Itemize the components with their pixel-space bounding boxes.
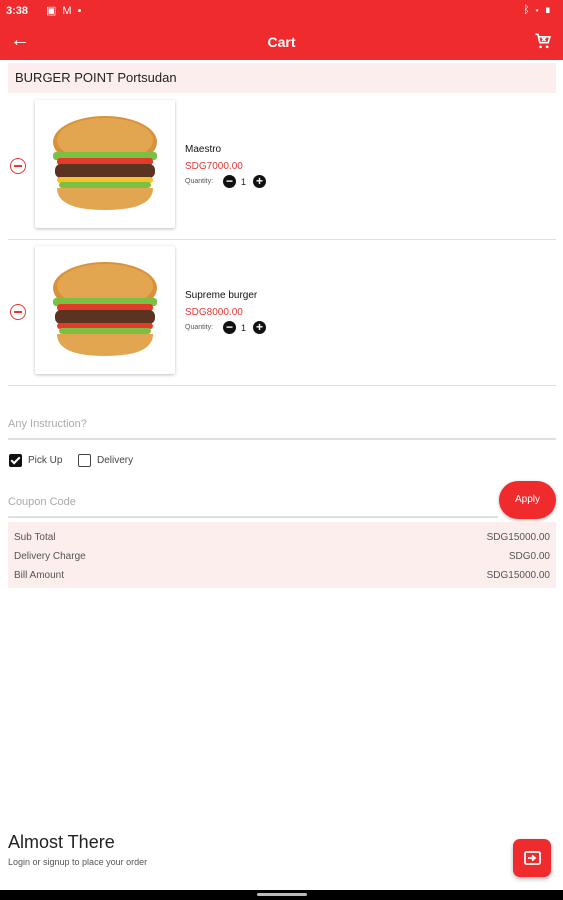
- quantity-label: Quantity:: [185, 178, 214, 185]
- decrease-quantity-button[interactable]: −: [223, 321, 236, 334]
- pickup-checkbox[interactable]: Pick Up: [9, 454, 62, 467]
- notification-icons: ▣M•: [46, 4, 87, 17]
- item-name: Maestro: [185, 144, 222, 155]
- sub-total-label: Sub Total: [14, 532, 56, 543]
- restaurant-name: BURGER POINT Portsudan: [8, 63, 556, 93]
- quantity-value: 1: [241, 177, 247, 187]
- item-name: Supreme burger: [185, 290, 258, 301]
- bill-amount-row: Bill Amount SDG15000.00: [14, 570, 550, 581]
- battery-icon: ▮: [544, 4, 555, 16]
- sim-icon: ▣: [46, 5, 63, 17]
- footer-subtitle: Login or signup to place your order: [8, 857, 148, 867]
- apply-coupon-button[interactable]: Apply: [499, 481, 556, 519]
- bill-amount-value: SDG15000.00: [486, 570, 550, 581]
- item-image: [35, 246, 175, 374]
- bill-amount-label: Bill Amount: [14, 570, 65, 581]
- login-button[interactable]: [513, 839, 551, 877]
- sub-total-row: Sub Total SDG15000.00: [14, 532, 550, 543]
- delivery-label: Delivery: [97, 455, 134, 467]
- system-nav-bar: [0, 890, 563, 900]
- remove-item-icon[interactable]: [10, 304, 26, 320]
- mail-icon: M: [62, 5, 78, 17]
- quantity-label: Quantity:: [185, 324, 214, 331]
- coupon-code-input[interactable]: [8, 488, 498, 518]
- item-image: [35, 100, 175, 228]
- footer-title: Almost There: [8, 832, 115, 852]
- increase-quantity-button[interactable]: +: [253, 175, 266, 188]
- burger-image: [53, 116, 157, 210]
- system-icons: ᛒ▾▮: [523, 4, 555, 16]
- pickup-checkbox-box[interactable]: [9, 454, 22, 467]
- remove-item-icon[interactable]: [10, 158, 26, 174]
- increase-quantity-button[interactable]: +: [253, 321, 266, 334]
- delivery-charge-value: SDG0.00: [508, 551, 550, 562]
- status-time: 3:38: [6, 5, 29, 17]
- delivery-charge-label: Delivery Charge: [14, 551, 86, 562]
- delivery-checkbox-box[interactable]: [78, 454, 91, 467]
- delivery-checkbox[interactable]: Delivery: [78, 454, 133, 467]
- sub-total-value: SDG15000.00: [486, 532, 550, 543]
- cart-item: Supreme burger SDG8000.00 Quantity: − 1 …: [8, 240, 556, 386]
- burger-image: [53, 262, 157, 356]
- pickup-label: Pick Up: [28, 455, 63, 467]
- item-price: SDG7000.00: [185, 161, 243, 172]
- clear-cart-icon[interactable]: [533, 31, 553, 51]
- app-bar: ← Cart: [0, 24, 563, 60]
- bluetooth-icon: ᛒ: [523, 4, 534, 16]
- bill-summary: Sub Total SDG15000.00 Delivery Charge SD…: [8, 522, 556, 588]
- instruction-input[interactable]: [8, 410, 556, 440]
- status-bar: 3:38 ▣M• ᛒ▾▮: [0, 0, 563, 24]
- home-gesture-handle[interactable]: [257, 893, 307, 896]
- dot-icon: •: [77, 5, 88, 17]
- delivery-charge-row: Delivery Charge SDG0.00: [14, 551, 550, 562]
- item-price: SDG8000.00: [185, 307, 243, 318]
- cart-item: Maestro SDG7000.00 Quantity: − 1 +: [8, 94, 556, 240]
- decrease-quantity-button[interactable]: −: [223, 175, 236, 188]
- login-icon: [524, 851, 541, 865]
- page-title: Cart: [267, 34, 296, 50]
- quantity-value: 1: [241, 323, 247, 333]
- wifi-icon: ▾: [533, 4, 545, 16]
